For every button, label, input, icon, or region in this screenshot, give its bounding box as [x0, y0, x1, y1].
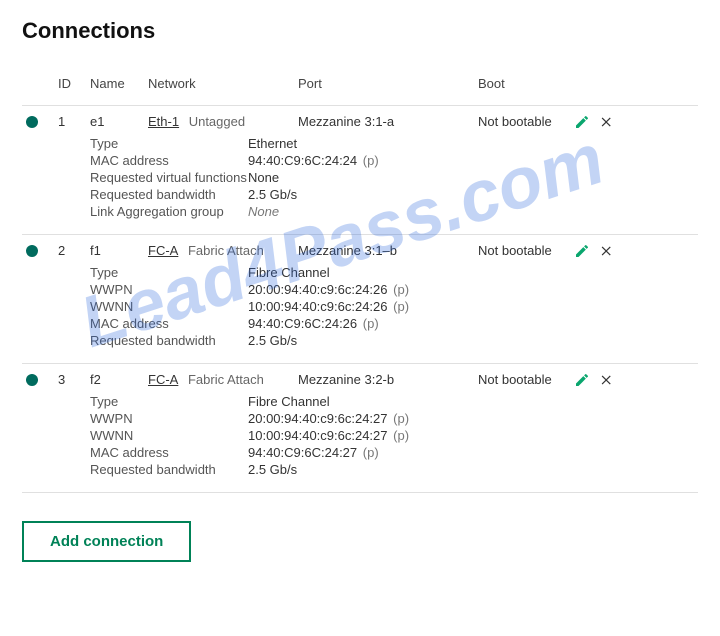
- detail-label-lag: Link Aggregation group: [90, 204, 248, 219]
- detail-value-mac: 94:40:C9:6C:24:27 (p): [248, 445, 698, 460]
- detail-value-mac: 94:40:C9:6C:24:24 (p): [248, 153, 698, 168]
- detail-value-bw: 2.5 Gb/s: [248, 462, 698, 477]
- detail-label-wwnn: WWNN: [90, 428, 248, 443]
- divider: [22, 363, 698, 364]
- detail-label-bw: Requested bandwidth: [90, 462, 248, 477]
- page-title: Connections: [22, 18, 698, 44]
- row-details: TypeEthernet MAC address94:40:C9:6C:24:2…: [90, 131, 698, 230]
- detail-label-wwnn: WWNN: [90, 299, 248, 314]
- cell-name: e1: [90, 114, 148, 129]
- detail-label-mac: MAC address: [90, 153, 248, 168]
- detail-label-wwpn: WWPN: [90, 282, 248, 297]
- network-link[interactable]: FC-A: [148, 372, 178, 387]
- cell-boot: Not bootable: [478, 243, 574, 258]
- cell-id: 2: [58, 243, 90, 258]
- detail-value-mac: 94:40:C9:6C:24:26 (p): [248, 316, 698, 331]
- network-type: Fabric Attach: [188, 243, 264, 258]
- close-icon[interactable]: [600, 115, 614, 129]
- cell-boot: Not bootable: [478, 372, 574, 387]
- detail-label-wwpn: WWPN: [90, 411, 248, 426]
- cell-port: Mezzanine 3:1–b: [298, 243, 478, 258]
- network-link[interactable]: FC-A: [148, 243, 178, 258]
- close-icon[interactable]: [600, 373, 614, 387]
- table-row: 3 f2 FC-A Fabric Attach Mezzanine 3:2-b …: [22, 372, 698, 389]
- divider: [22, 234, 698, 235]
- table-row: 1 e1 Eth-1 Untagged Mezzanine 3:1-a Not …: [22, 114, 698, 131]
- detail-value-type: Ethernet: [248, 136, 698, 151]
- status-dot-icon: [26, 116, 38, 128]
- close-icon[interactable]: [600, 244, 614, 258]
- detail-value-wwpn: 20:00:94:40:c9:6c:24:26 (p): [248, 282, 698, 297]
- edit-icon[interactable]: [574, 243, 590, 259]
- cell-id: 3: [58, 372, 90, 387]
- detail-value-type: Fibre Channel: [248, 265, 698, 280]
- row-details: TypeFibre Channel WWPN20:00:94:40:c9:6c:…: [90, 389, 698, 488]
- network-type: Fabric Attach: [188, 372, 264, 387]
- cell-port: Mezzanine 3:2-b: [298, 372, 478, 387]
- add-connection-button[interactable]: Add connection: [22, 521, 191, 562]
- header-network: Network: [148, 76, 298, 91]
- cell-name: f1: [90, 243, 148, 258]
- edit-icon[interactable]: [574, 372, 590, 388]
- detail-value-lag: None: [248, 204, 698, 219]
- cell-name: f2: [90, 372, 148, 387]
- network-link[interactable]: Eth-1: [148, 114, 179, 129]
- cell-id: 1: [58, 114, 90, 129]
- header-name: Name: [90, 76, 148, 91]
- detail-value-wwnn: 10:00:94:40:c9:6c:24:26 (p): [248, 299, 698, 314]
- detail-value-wwnn: 10:00:94:40:c9:6c:24:27 (p): [248, 428, 698, 443]
- status-dot-icon: [26, 374, 38, 386]
- row-details: TypeFibre Channel WWPN20:00:94:40:c9:6c:…: [90, 260, 698, 359]
- detail-value-rvf: None: [248, 170, 698, 185]
- detail-value-type: Fibre Channel: [248, 394, 698, 409]
- table-header: ID Name Network Port Boot: [22, 70, 698, 101]
- header-port: Port: [298, 76, 478, 91]
- status-dot-icon: [26, 245, 38, 257]
- detail-label-bw: Requested bandwidth: [90, 187, 248, 202]
- detail-label-type: Type: [90, 136, 248, 151]
- network-type: Untagged: [189, 114, 245, 129]
- detail-label-mac: MAC address: [90, 316, 248, 331]
- detail-value-wwpn: 20:00:94:40:c9:6c:24:27 (p): [248, 411, 698, 426]
- detail-value-bw: 2.5 Gb/s: [248, 187, 698, 202]
- table-row: 2 f1 FC-A Fabric Attach Mezzanine 3:1–b …: [22, 243, 698, 260]
- detail-label-bw: Requested bandwidth: [90, 333, 248, 348]
- detail-label-type: Type: [90, 265, 248, 280]
- detail-value-bw: 2.5 Gb/s: [248, 333, 698, 348]
- detail-label-mac: MAC address: [90, 445, 248, 460]
- divider: [22, 105, 698, 106]
- header-boot: Boot: [478, 76, 574, 91]
- cell-boot: Not bootable: [478, 114, 574, 129]
- cell-port: Mezzanine 3:1-a: [298, 114, 478, 129]
- header-id: ID: [58, 76, 90, 91]
- detail-label-type: Type: [90, 394, 248, 409]
- detail-label-rvf: Requested virtual functions: [90, 170, 248, 185]
- edit-icon[interactable]: [574, 114, 590, 130]
- divider: [22, 492, 698, 493]
